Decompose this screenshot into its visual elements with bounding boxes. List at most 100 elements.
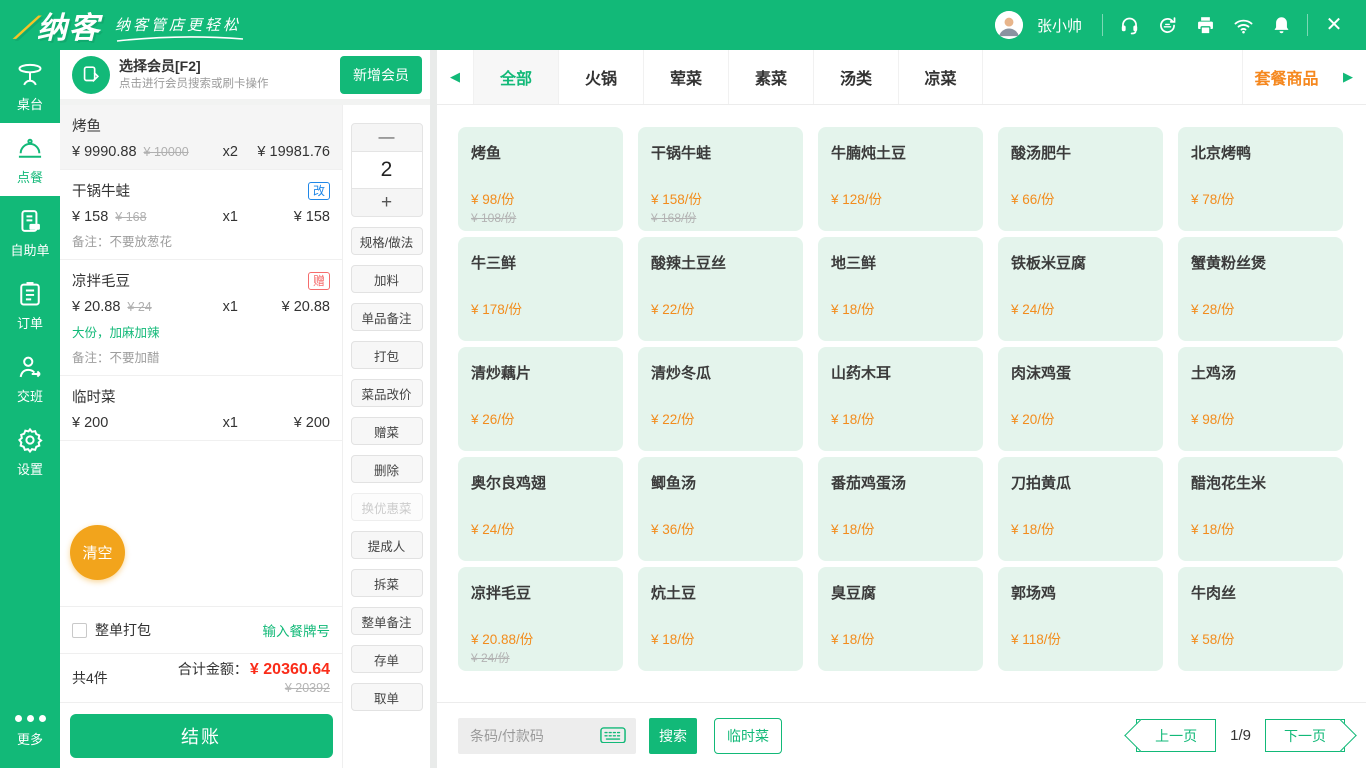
menu-item-price: ¥ 24/份 bbox=[1011, 298, 1150, 318]
combo-products-tab[interactable]: 套餐商品 bbox=[1242, 50, 1330, 104]
category-tab[interactable]: 汤类 bbox=[813, 50, 898, 104]
tabs-spacer bbox=[983, 50, 1242, 104]
menu-item-price: ¥ 18/份 bbox=[831, 298, 970, 318]
order-item[interactable]: 烤鱼 ¥ 9990.88 ¥ 10000 x2 ¥ 19981.76 bbox=[60, 105, 342, 170]
action-button[interactable]: 菜品改价 bbox=[351, 379, 423, 407]
category-tab[interactable]: 荤菜 bbox=[643, 50, 728, 104]
menu-item-card[interactable]: 地三鲜¥ 18/份 bbox=[818, 237, 983, 341]
sync-icon[interactable] bbox=[1155, 13, 1179, 37]
order-item[interactable]: 干锅牛蛙 改 ¥ 158 ¥ 168 x1 ¥ 158 备注：不要放葱花 bbox=[60, 170, 342, 260]
pack-whole-order-checkbox[interactable] bbox=[72, 623, 87, 638]
close-icon[interactable]: ✕ bbox=[1322, 13, 1346, 37]
tabs-scroll-right-icon[interactable]: ▶ bbox=[1330, 50, 1366, 104]
avatar[interactable] bbox=[995, 11, 1023, 39]
menu-item-card[interactable]: 牛腩炖土豆¥ 128/份 bbox=[818, 127, 983, 231]
tabs-scroll-left-icon[interactable]: ◀ bbox=[437, 50, 473, 104]
brand: ⟋纳客 纳客管店更轻松 bbox=[0, 3, 245, 47]
topbar-divider bbox=[1102, 14, 1103, 36]
topbar: ⟋纳客 纳客管店更轻松 张小帅 bbox=[0, 0, 1366, 50]
menu-item-card[interactable]: 烤鱼¥ 98/份¥ 108/份 bbox=[458, 127, 623, 231]
total-amount: ¥ 20360.64 bbox=[250, 660, 330, 679]
menu-item-card[interactable]: 刀拍黄瓜¥ 18/份 bbox=[998, 457, 1163, 561]
menu-item-card[interactable]: 牛肉丝¥ 58/份 bbox=[1178, 567, 1343, 671]
menu-item-name: 清炒藕片 bbox=[471, 362, 610, 383]
order-item-note: 备注：不要放葱花 bbox=[72, 231, 330, 250]
action-button[interactable]: 取单 bbox=[351, 683, 423, 711]
member-text: 选择会员[F2] 点击进行会员搜索或刷卡操作 bbox=[119, 58, 269, 92]
action-button[interactable]: 存单 bbox=[351, 645, 423, 673]
menu-item-card[interactable]: 铁板米豆腐¥ 24/份 bbox=[998, 237, 1163, 341]
menu-item-card[interactable]: 北京烤鸭¥ 78/份 bbox=[1178, 127, 1343, 231]
headset-icon[interactable] bbox=[1117, 13, 1141, 37]
menu-item-card[interactable]: 鲫鱼汤¥ 36/份 bbox=[638, 457, 803, 561]
category-tab[interactable]: 素菜 bbox=[728, 50, 813, 104]
menu-grid: 烤鱼¥ 98/份¥ 108/份干锅牛蛙¥ 158/份¥ 168/份牛腩炖土豆¥ … bbox=[437, 105, 1366, 702]
enter-table-card-number-link[interactable]: 输入餐牌号 bbox=[263, 620, 331, 640]
member-bar[interactable]: 选择会员[F2] 点击进行会员搜索或刷卡操作 新增会员 bbox=[60, 50, 430, 105]
menu-item-card[interactable]: 山药木耳¥ 18/份 bbox=[818, 347, 983, 451]
sidebar-item-orders[interactable]: 订单 bbox=[0, 269, 60, 342]
menu-item-card[interactable]: 奥尔良鸡翅¥ 24/份 bbox=[458, 457, 623, 561]
sidebar-item-self-service[interactable]: 自助单 bbox=[0, 196, 60, 269]
menu-item-card[interactable]: 醋泡花生米¥ 18/份 bbox=[1178, 457, 1343, 561]
menu-item-card[interactable]: 炕土豆¥ 18/份 bbox=[638, 567, 803, 671]
menu-item-card[interactable]: 清炒藕片¥ 26/份 bbox=[458, 347, 623, 451]
next-page-button[interactable]: 下一页 bbox=[1265, 719, 1345, 752]
action-button[interactable]: 提成人 bbox=[351, 531, 423, 559]
quantity-value: 2 bbox=[351, 152, 423, 188]
wifi-icon[interactable] bbox=[1231, 13, 1255, 37]
action-button: 换优惠菜 bbox=[351, 493, 423, 521]
menu-item-price: ¥ 98/份 bbox=[471, 188, 610, 208]
menu-item-card[interactable]: 牛三鲜¥ 178/份 bbox=[458, 237, 623, 341]
quantity-plus-button[interactable]: + bbox=[351, 188, 423, 217]
order-item[interactable]: 凉拌毛豆 赠 ¥ 20.88 ¥ 24 x1 ¥ 20.88 大份，加麻加辣 备… bbox=[60, 260, 342, 376]
menu-item-card[interactable]: 凉拌毛豆¥ 20.88/份¥ 24/份 bbox=[458, 567, 623, 671]
order-item-spec: 大份，加麻加辣 bbox=[72, 322, 330, 341]
menu-item-card[interactable]: 酸汤肥牛¥ 66/份 bbox=[998, 127, 1163, 231]
bell-icon[interactable] bbox=[1269, 13, 1293, 37]
menu-item-card[interactable]: 清炒冬瓜¥ 22/份 bbox=[638, 347, 803, 451]
sidebar-item-more[interactable]: 更多 bbox=[0, 695, 60, 768]
checkout-button[interactable]: 结账 bbox=[70, 714, 333, 758]
clear-order-button[interactable]: 清空 bbox=[70, 525, 125, 580]
action-button[interactable]: 赠菜 bbox=[351, 417, 423, 445]
gift-badge: 赠 bbox=[308, 272, 330, 290]
action-button[interactable]: 拆菜 bbox=[351, 569, 423, 597]
action-button[interactable]: 单品备注 bbox=[351, 303, 423, 331]
sidebar-item-tables[interactable]: 桌台 bbox=[0, 50, 60, 123]
action-button[interactable]: 删除 bbox=[351, 455, 423, 483]
tagline-swoosh bbox=[115, 36, 245, 43]
menu-item-price: ¥ 20.88/份 bbox=[471, 628, 610, 648]
action-button[interactable]: 整单备注 bbox=[351, 607, 423, 635]
menu-item-card[interactable]: 干锅牛蛙¥ 158/份¥ 168/份 bbox=[638, 127, 803, 231]
action-button[interactable]: 规格/做法 bbox=[351, 227, 423, 255]
menu-item-card[interactable]: 肉沫鸡蛋¥ 20/份 bbox=[998, 347, 1163, 451]
prev-page-button[interactable]: 上一页 bbox=[1136, 719, 1216, 752]
category-tab[interactable]: 凉菜 bbox=[898, 50, 983, 104]
menu-item-card[interactable]: 臭豆腐¥ 18/份 bbox=[818, 567, 983, 671]
sidebar-item-shift-change[interactable]: 交班 bbox=[0, 342, 60, 415]
menu-item-price: ¥ 178/份 bbox=[471, 298, 610, 318]
total-row: 共4件 合计金额： ¥ 20360.64 ¥ 20392 bbox=[60, 653, 342, 702]
quantity-minus-button[interactable]: — bbox=[351, 123, 423, 152]
search-button[interactable]: 搜索 bbox=[649, 718, 697, 754]
menu-item-card[interactable]: 蟹黄粉丝煲¥ 28/份 bbox=[1178, 237, 1343, 341]
printer-icon[interactable] bbox=[1193, 13, 1217, 37]
category-tab[interactable]: 火锅 bbox=[558, 50, 643, 104]
keyboard-icon[interactable] bbox=[600, 727, 626, 745]
sidebar: 桌台 点餐 自助单 订单 交班 设置 更多 bbox=[0, 50, 60, 768]
sidebar-item-order-food[interactable]: 点餐 bbox=[0, 123, 60, 196]
order-item[interactable]: 临时菜 ¥ 200 x1 ¥ 200 bbox=[60, 376, 342, 441]
gear-icon bbox=[16, 426, 44, 454]
action-button[interactable]: 打包 bbox=[351, 341, 423, 369]
sidebar-item-settings[interactable]: 设置 bbox=[0, 415, 60, 488]
temp-dish-button[interactable]: 临时菜 bbox=[714, 718, 782, 754]
menu-item-card[interactable]: 郭场鸡¥ 118/份 bbox=[998, 567, 1163, 671]
action-button[interactable]: 加料 bbox=[351, 265, 423, 293]
menu-item-card[interactable]: 番茄鸡蛋汤¥ 18/份 bbox=[818, 457, 983, 561]
member-title: 选择会员[F2] bbox=[119, 58, 269, 76]
add-member-button[interactable]: 新增会员 bbox=[340, 56, 422, 94]
menu-item-card[interactable]: 土鸡汤¥ 98/份 bbox=[1178, 347, 1343, 451]
menu-item-card[interactable]: 酸辣土豆丝¥ 22/份 bbox=[638, 237, 803, 341]
category-tab[interactable]: 全部 bbox=[473, 50, 558, 104]
